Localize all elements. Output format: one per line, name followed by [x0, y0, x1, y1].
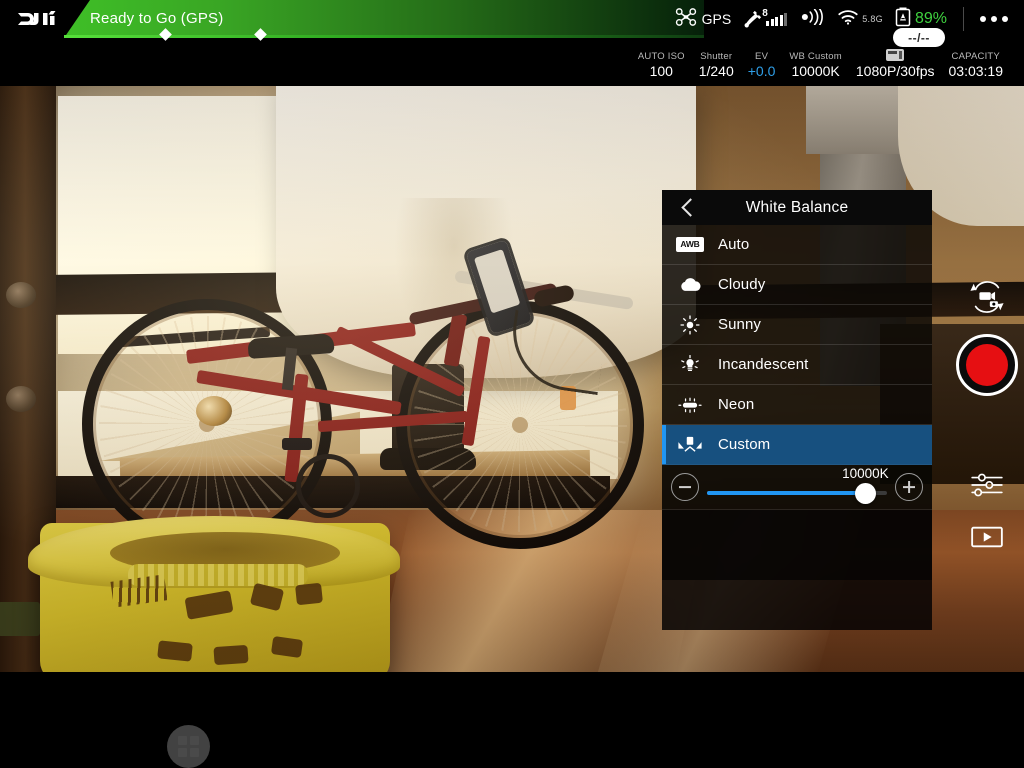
capacity-label: CAPACITY — [951, 51, 1000, 62]
wb-option-label: Cloudy — [718, 276, 766, 293]
shutter-parameter[interactable]: Shutter 1/240 — [692, 51, 741, 80]
dot — [1002, 16, 1008, 22]
white-balance-panel: White Balance AWB Auto Cloudy Sunny Inca… — [662, 190, 932, 630]
white-balance-parameter[interactable]: WB Custom 10000K — [782, 51, 848, 80]
scene-basket-hole — [213, 644, 249, 666]
satellite-count: 8 — [762, 8, 768, 19]
rc-signal-status[interactable] — [793, 0, 831, 38]
capacity-value: 03:03:19 — [948, 63, 1004, 79]
wb-option-label: Custom — [718, 436, 771, 453]
wifi-icon — [837, 9, 859, 30]
signal-bars-icon — [766, 12, 788, 26]
neon-tube-icon — [662, 397, 718, 413]
wifi-status[interactable]: 5.8G — [831, 0, 889, 38]
sun-icon — [662, 314, 718, 335]
sd-card-icon — [886, 49, 905, 61]
ev-parameter[interactable]: EV +0.0 — [741, 51, 783, 80]
capacity-parameter: CAPACITY 03:03:19 — [942, 51, 1011, 80]
gps-status[interactable]: GPS — [669, 0, 738, 38]
wb-option-incandescent[interactable]: Incandescent — [662, 345, 932, 385]
ev-value: +0.0 — [747, 63, 776, 79]
shutter-value: 1/240 — [698, 63, 734, 79]
status-icon-group: GPS 8 5.8G 89% — [669, 0, 1024, 38]
scene-green-box — [0, 602, 40, 636]
flight-status-text: Ready to Go (GPS) — [90, 10, 224, 27]
camera-control-rail — [950, 265, 1024, 548]
white-balance-panel-spacer — [662, 510, 932, 630]
status-divider — [963, 7, 964, 31]
plus-circle-icon[interactable] — [895, 473, 923, 501]
chevron-left-glyph — [681, 198, 700, 217]
awb-badge-icon: AWB — [662, 237, 718, 252]
white-balance-title: White Balance — [745, 198, 849, 216]
grid-cell — [190, 736, 199, 745]
scene-bicycle-pedal — [282, 438, 312, 450]
camera-parameters-bar: AUTO ISO 100 Shutter 1/240 EV +0.0 WB Cu… — [631, 44, 1010, 80]
scene-door-hinge — [6, 282, 36, 308]
more-options-icon[interactable] — [974, 0, 1024, 38]
minus-circle-icon[interactable] — [671, 473, 699, 501]
cloud-icon — [662, 277, 718, 292]
wb-option-label: Incandescent — [718, 356, 809, 373]
satellite-icon: 8 — [743, 8, 768, 28]
ev-label: EV — [755, 51, 769, 62]
custom-wb-icon — [662, 436, 718, 453]
white-balance-options-list: AWB Auto Cloudy Sunny Incandescent Neon … — [662, 225, 932, 630]
grid-cell — [178, 736, 187, 745]
slider-fill — [707, 491, 866, 495]
scene-basket-hole — [157, 640, 193, 662]
record-button-icon[interactable] — [950, 333, 1024, 397]
gps-label: GPS — [701, 11, 732, 27]
app-grid-icon[interactable] — [167, 725, 210, 768]
record-button-core — [966, 344, 1008, 386]
record-button-ring — [956, 334, 1018, 396]
battery-percentage: 89% — [914, 10, 947, 27]
resolution-value: 1080P/30fps — [855, 63, 935, 79]
wb-option-auto[interactable]: AWB Auto — [662, 225, 932, 265]
dji-logo — [16, 8, 62, 30]
resolution-parameter[interactable]: 1080P/30fps — [849, 49, 942, 80]
dot — [980, 16, 986, 22]
slider-thumb[interactable] — [855, 483, 877, 504]
wb-option-label: Sunny — [718, 316, 762, 333]
wb-option-cloudy[interactable]: Cloudy — [662, 265, 932, 305]
kelvin-value-label: 10000K — [842, 466, 889, 481]
wb-label: WB Custom — [789, 51, 842, 62]
wb-option-label: Auto — [718, 236, 750, 253]
wb-option-label: Neon — [718, 396, 755, 413]
wb-option-sunny[interactable]: Sunny — [662, 305, 932, 345]
kelvin-slider[interactable]: 10000K — [707, 466, 889, 504]
grid-glyph — [178, 736, 199, 757]
iso-label: AUTO ISO — [637, 51, 685, 62]
wb-option-custom[interactable]: Custom — [662, 425, 932, 465]
photo-video-toggle-icon[interactable] — [950, 275, 1024, 319]
rc-transmission-icon — [799, 6, 825, 30]
light-bulb-icon — [662, 354, 718, 375]
wifi-band-label: 5.8G — [862, 14, 883, 24]
dji-camera-app: Ready to Go (GPS) GPS 8 5.8G 89% --/-- A… — [0, 0, 1024, 768]
dot — [991, 16, 997, 22]
back-chevron-icon[interactable] — [672, 190, 706, 225]
wb-option-neon[interactable]: Neon — [662, 385, 932, 425]
iso-value: 100 — [649, 63, 673, 79]
scene-hub — [512, 417, 528, 433]
iso-parameter[interactable]: AUTO ISO 100 — [631, 51, 692, 80]
scene-door-hinge — [6, 386, 36, 412]
satellite-signal-status[interactable]: 8 — [737, 0, 793, 38]
awb-badge-text: AWB — [676, 237, 704, 252]
white-balance-header: White Balance — [662, 190, 932, 225]
scene-basket-hole — [295, 582, 323, 606]
playback-icon[interactable] — [950, 515, 1024, 559]
shutter-label: Shutter — [700, 51, 733, 62]
drone-icon — [675, 7, 697, 31]
white-balance-kelvin-slider-row: 10000K — [662, 465, 932, 510]
grid-cell — [190, 748, 199, 757]
scene-bicycle-lamp — [196, 396, 232, 426]
scene-bicycle-crank — [296, 454, 360, 518]
camera-settings-sliders-icon[interactable] — [950, 463, 1024, 507]
grid-cell — [178, 748, 187, 757]
top-status-bar: Ready to Go (GPS) GPS 8 5.8G 89% --/-- — [0, 0, 1024, 47]
wb-value: 10000K — [791, 63, 840, 79]
